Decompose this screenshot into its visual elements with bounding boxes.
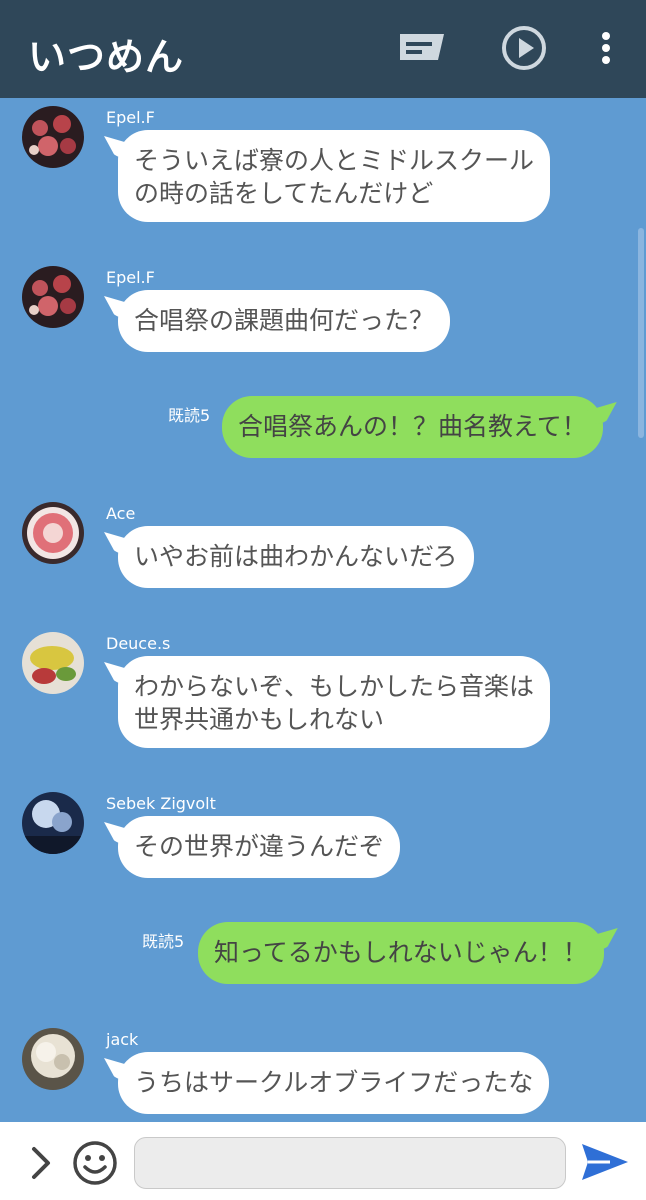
incoming-message-bubble[interactable]: いやお前は曲わかんないだろ xyxy=(118,526,474,588)
chat-title: いつめん xyxy=(28,35,185,79)
message-text-line: そういえば寮の人とミドルスクール xyxy=(134,146,535,175)
send-icon[interactable] xyxy=(580,1142,630,1182)
message-text-line: いやお前は曲わかんないだろ xyxy=(134,542,458,571)
message-text-line: その世界が違うんだぞ xyxy=(134,832,385,861)
message-text-line: 世界共通かもしれない xyxy=(134,705,385,734)
note-icon[interactable] xyxy=(398,30,446,66)
message-text-line: 合唱祭の課題曲何だった？ xyxy=(134,306,435,335)
more-vert-icon[interactable] xyxy=(598,30,614,66)
emoji-icon[interactable] xyxy=(72,1140,118,1186)
incoming-message-bubble[interactable]: わからないぞ、もしかしたら音楽は 世界共通かもしれない xyxy=(118,656,551,748)
sender-name: jack xyxy=(106,1030,139,1049)
sender-name: Epel.F xyxy=(106,108,155,127)
sender-name: Ace xyxy=(106,504,136,523)
message-input[interactable] xyxy=(134,1137,566,1189)
incoming-message-bubble[interactable]: そういえば寮の人とミドルスクール の時の話をしてたんだけど xyxy=(118,130,551,222)
avatar[interactable] xyxy=(22,792,84,854)
message-text-line: わからないぞ、もしかしたら音楽は xyxy=(134,672,535,701)
sender-name: Epel.F xyxy=(106,268,155,287)
play-circle-icon[interactable] xyxy=(500,24,548,72)
chevron-right-icon[interactable] xyxy=(28,1144,54,1182)
avatar[interactable] xyxy=(22,502,84,564)
message-input-bar xyxy=(0,1122,646,1200)
sender-name: Deuce.s xyxy=(106,634,171,653)
message-text-line: 知ってるかもしれないじゃん！！ xyxy=(214,938,588,967)
sender-name: Sebek Zigvolt xyxy=(106,794,216,813)
message-text-line: の時の話をしてたんだけど xyxy=(134,179,434,208)
outgoing-message-bubble[interactable]: 合唱祭あんの！？曲名教えて！ xyxy=(222,396,603,458)
outgoing-message-bubble[interactable]: 知ってるかもしれないじゃん！！ xyxy=(198,922,604,984)
read-receipt: 既読5 xyxy=(168,406,211,425)
message-text-line: うちはサークルオブライフだったな xyxy=(134,1068,534,1097)
message-text-line: 合唱祭あんの！？曲名教えて！ xyxy=(238,412,587,441)
incoming-message-bubble[interactable]: その世界が違うんだぞ xyxy=(118,816,401,878)
message-list[interactable]: Epel.F そういえば寮の人とミドルスクール の時の話をしてたんだけど Epe… xyxy=(0,98,646,1122)
read-receipt: 既読5 xyxy=(142,932,185,951)
avatar[interactable] xyxy=(22,632,84,694)
avatar[interactable] xyxy=(22,1028,84,1090)
incoming-message-bubble[interactable]: うちはサークルオブライフだったな xyxy=(118,1052,550,1114)
chat-header: いつめん xyxy=(0,0,646,98)
scrollbar[interactable] xyxy=(638,228,644,438)
avatar[interactable] xyxy=(22,106,84,168)
avatar[interactable] xyxy=(22,266,84,328)
incoming-message-bubble[interactable]: 合唱祭の課題曲何だった？ xyxy=(118,290,451,352)
